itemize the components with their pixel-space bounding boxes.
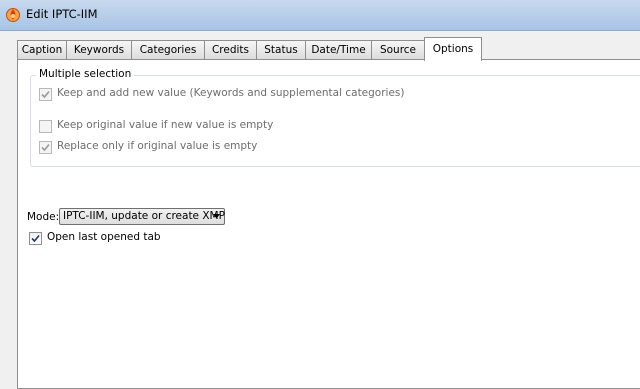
mode-label: Mode: xyxy=(27,211,60,223)
window-title: Edit IPTC-IIM xyxy=(26,7,98,21)
dialog-body: Caption Keywords Categories Credits Stat… xyxy=(0,31,640,389)
keep-original-checkbox[interactable] xyxy=(39,120,52,133)
multiple-selection-group: Multiple selection Keep and add new valu… xyxy=(30,68,640,167)
tab-categories[interactable]: Categories xyxy=(131,40,205,59)
tab-label: Credits xyxy=(211,44,250,56)
tab-label: Options xyxy=(432,43,474,55)
check-icon xyxy=(31,234,40,243)
tab-keywords[interactable]: Keywords xyxy=(66,40,132,59)
tab-credits[interactable]: Credits xyxy=(204,40,257,59)
check-icon xyxy=(41,90,50,99)
tab-options[interactable]: Options xyxy=(424,37,482,61)
replace-only-label: Replace only if original value is empty xyxy=(57,140,258,152)
tab-date-time[interactable]: Date/Time xyxy=(305,40,372,59)
keep-and-add-label: Keep and add new value (Keywords and sup… xyxy=(57,87,405,99)
tab-label: Keywords xyxy=(73,44,125,56)
tab-label: Status xyxy=(264,44,298,56)
tab-label: Source xyxy=(379,44,417,56)
app-icon xyxy=(6,8,20,22)
keep-and-add-checkbox[interactable] xyxy=(39,88,52,101)
tab-source[interactable]: Source xyxy=(371,40,425,59)
mode-select[interactable]: IPTC-IIM, update or create XMP xyxy=(59,208,225,225)
replace-only-checkbox[interactable] xyxy=(39,141,52,154)
group-title: Multiple selection xyxy=(36,68,135,80)
chevron-down-icon xyxy=(213,214,220,219)
keep-original-label: Keep original value if new value is empt… xyxy=(57,119,274,131)
title-bar: Edit IPTC-IIM xyxy=(0,0,640,31)
mode-select-value: IPTC-IIM, update or create XMP xyxy=(63,210,225,222)
check-icon xyxy=(41,143,50,152)
open-last-tab-label: Open last opened tab xyxy=(47,231,161,243)
options-panel: Multiple selection Keep and add new valu… xyxy=(17,59,640,389)
tab-status[interactable]: Status xyxy=(256,40,306,59)
tab-label: Caption xyxy=(21,44,63,56)
open-last-tab-checkbox[interactable] xyxy=(29,232,42,245)
tab-label: Date/Time xyxy=(311,44,366,56)
tab-label: Categories xyxy=(139,44,197,56)
tab-caption[interactable]: Caption xyxy=(17,40,67,59)
